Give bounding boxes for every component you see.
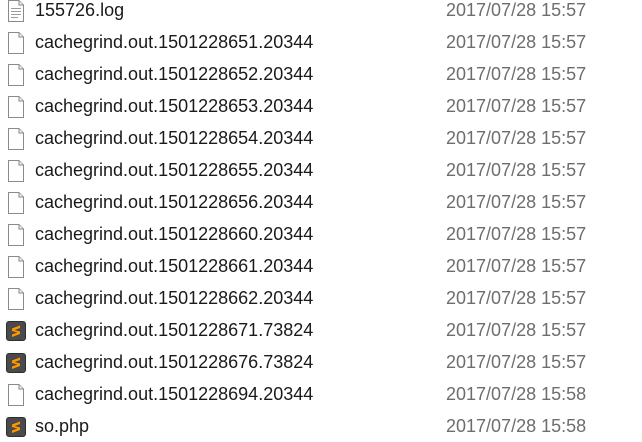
blank-file-icon — [6, 96, 26, 118]
text-file-icon — [6, 0, 26, 22]
file-name: cachegrind.out.1501228655.20344 — [35, 160, 314, 180]
file-row[interactable]: cachegrind.out.1501228655.20344 2017/07/… — [0, 154, 642, 186]
file-modified-date: 2017/07/28 15:57 — [446, 320, 587, 340]
file-row[interactable]: cachegrind.out.1501228652.20344 2017/07/… — [0, 58, 642, 90]
file-name: cachegrind.out.1501228676.73824 — [35, 352, 314, 372]
file-name: so.php — [35, 416, 90, 436]
file-name: 155726.log — [35, 0, 125, 20]
file-row[interactable]: 155726.log 2017/07/28 15:57 — [0, 0, 642, 26]
file-row[interactable]: cachegrind.out.1501228676.73824 2017/07/… — [0, 346, 642, 378]
file-name: cachegrind.out.1501228671.73824 — [35, 320, 314, 340]
sublime-text-icon — [6, 416, 26, 438]
file-row[interactable]: cachegrind.out.1501228656.20344 2017/07/… — [0, 186, 642, 218]
file-list: 155726.log 2017/07/28 15:57 cachegrind.o… — [0, 0, 642, 442]
file-modified-date: 2017/07/28 15:57 — [446, 160, 587, 180]
blank-file-icon — [6, 192, 26, 214]
file-modified-date: 2017/07/28 15:57 — [446, 96, 587, 116]
file-modified-date: 2017/07/28 15:58 — [446, 384, 587, 404]
file-modified-date: 2017/07/28 15:57 — [446, 288, 587, 308]
blank-file-icon — [6, 288, 26, 310]
file-row[interactable]: cachegrind.out.1501228671.73824 2017/07/… — [0, 314, 642, 346]
sublime-text-icon — [6, 352, 26, 374]
file-modified-date: 2017/07/28 15:57 — [446, 0, 587, 20]
blank-file-icon — [6, 256, 26, 278]
file-row[interactable]: cachegrind.out.1501228654.20344 2017/07/… — [0, 122, 642, 154]
file-row[interactable]: cachegrind.out.1501228694.20344 2017/07/… — [0, 378, 642, 410]
sublime-text-icon — [6, 320, 26, 342]
file-name: cachegrind.out.1501228661.20344 — [35, 256, 314, 276]
file-row[interactable]: cachegrind.out.1501228653.20344 2017/07/… — [0, 90, 642, 122]
blank-file-icon — [6, 160, 26, 182]
file-name: cachegrind.out.1501228652.20344 — [35, 64, 314, 84]
file-row[interactable]: cachegrind.out.1501228662.20344 2017/07/… — [0, 282, 642, 314]
blank-file-icon — [6, 128, 26, 150]
blank-file-icon — [6, 224, 26, 246]
file-row[interactable]: cachegrind.out.1501228661.20344 2017/07/… — [0, 250, 642, 282]
file-name: cachegrind.out.1501228660.20344 — [35, 224, 314, 244]
file-modified-date: 2017/07/28 15:58 — [446, 416, 587, 436]
file-modified-date: 2017/07/28 15:57 — [446, 352, 587, 372]
file-name: cachegrind.out.1501228662.20344 — [35, 288, 314, 308]
blank-file-icon — [6, 384, 26, 406]
blank-file-icon — [6, 32, 26, 54]
file-name: cachegrind.out.1501228694.20344 — [35, 384, 314, 404]
file-name: cachegrind.out.1501228656.20344 — [35, 192, 314, 212]
file-name: cachegrind.out.1501228651.20344 — [35, 32, 314, 52]
file-row[interactable]: cachegrind.out.1501228660.20344 2017/07/… — [0, 218, 642, 250]
blank-file-icon — [6, 64, 26, 86]
file-modified-date: 2017/07/28 15:57 — [446, 192, 587, 212]
file-row[interactable]: so.php 2017/07/28 15:58 — [0, 410, 642, 442]
file-modified-date: 2017/07/28 15:57 — [446, 224, 587, 244]
file-modified-date: 2017/07/28 15:57 — [446, 32, 587, 52]
file-modified-date: 2017/07/28 15:57 — [446, 256, 587, 276]
file-name: cachegrind.out.1501228654.20344 — [35, 128, 314, 148]
file-modified-date: 2017/07/28 15:57 — [446, 128, 587, 148]
file-name: cachegrind.out.1501228653.20344 — [35, 96, 314, 116]
file-modified-date: 2017/07/28 15:57 — [446, 64, 587, 84]
file-row[interactable]: cachegrind.out.1501228651.20344 2017/07/… — [0, 26, 642, 58]
